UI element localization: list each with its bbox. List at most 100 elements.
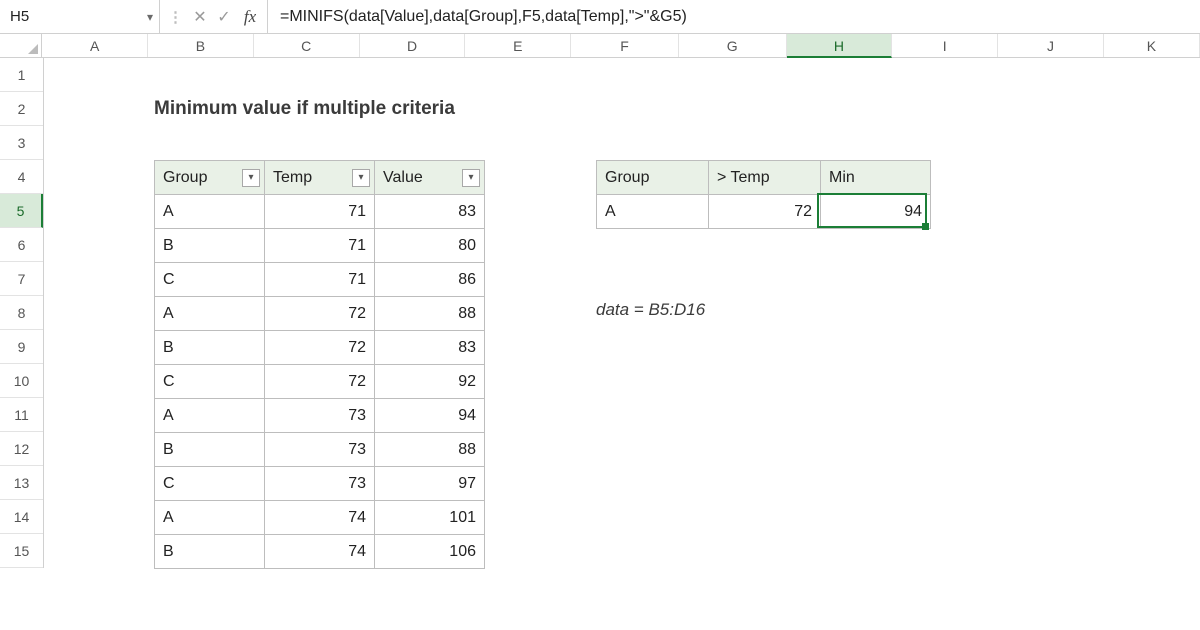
table-row: C7292 xyxy=(155,365,485,399)
col-header-F[interactable]: F xyxy=(571,34,679,57)
cell-value[interactable]: 83 xyxy=(375,331,485,365)
formula-text: =MINIFS(data[Value],data[Group],F5,data[… xyxy=(280,8,687,26)
col-header-C[interactable]: C xyxy=(254,34,360,57)
cell-temp[interactable]: 73 xyxy=(265,467,375,501)
row-header-11[interactable]: 11 xyxy=(0,398,43,432)
filter-dropdown-icon[interactable]: ▾ xyxy=(242,169,260,187)
filter-dropdown-icon[interactable]: ▾ xyxy=(352,169,370,187)
table-row: A7183 xyxy=(155,195,485,229)
cell-group[interactable]: B xyxy=(155,535,265,569)
table-row: A 72 94 xyxy=(597,195,931,229)
separator-icon: ⋮ xyxy=(164,8,187,26)
row-header-3[interactable]: 3 xyxy=(0,126,43,160)
cell-group[interactable]: A xyxy=(155,399,265,433)
row-header-12[interactable]: 12 xyxy=(0,432,43,466)
row-header-7[interactable]: 7 xyxy=(0,262,43,296)
cell-value[interactable]: 83 xyxy=(375,195,485,229)
cell-value[interactable]: 88 xyxy=(375,297,485,331)
cell-group[interactable]: A xyxy=(155,501,265,535)
formula-bar: H5 ▾ ⋮ ✕ ✓ fx =MINIFS(data[Value],data[G… xyxy=(0,0,1200,34)
worksheet: ABCDEFGHIJK 123456789101112131415 Minimu… xyxy=(0,34,1200,568)
cell-temp[interactable]: 71 xyxy=(265,263,375,297)
cell-group[interactable]: A xyxy=(155,297,265,331)
col-header-I[interactable]: I xyxy=(892,34,998,57)
cell-temp[interactable]: 74 xyxy=(265,535,375,569)
cell-temp[interactable]: 72 xyxy=(265,365,375,399)
cell-temp[interactable]: 73 xyxy=(265,399,375,433)
cancel-icon[interactable]: ✕ xyxy=(189,7,211,27)
cell-temp[interactable]: 74 xyxy=(265,501,375,535)
table-row: A74101 xyxy=(155,501,485,535)
data-table: Group▾Temp▾Value▾ A7183B7180C7186A7288B7… xyxy=(154,160,485,569)
cell-group[interactable]: A xyxy=(155,195,265,229)
enter-icon[interactable]: ✓ xyxy=(213,7,235,27)
filter-dropdown-icon[interactable]: ▾ xyxy=(462,169,480,187)
name-box-value: H5 xyxy=(10,8,29,25)
cell-value[interactable]: 101 xyxy=(375,501,485,535)
name-box[interactable]: H5 ▾ xyxy=(0,0,160,33)
col-header-B[interactable]: B xyxy=(148,34,254,57)
formula-bar-buttons: ⋮ ✕ ✓ fx xyxy=(160,0,268,33)
row-header-13[interactable]: 13 xyxy=(0,466,43,500)
page-title: Minimum value if multiple criteria xyxy=(154,92,455,126)
row-header-6[interactable]: 6 xyxy=(0,228,43,262)
cell-group[interactable]: B xyxy=(155,433,265,467)
cell-temp[interactable]: 73 xyxy=(265,433,375,467)
cell-value[interactable]: 94 xyxy=(375,399,485,433)
table-row: B7180 xyxy=(155,229,485,263)
row-header-2[interactable]: 2 xyxy=(0,92,43,126)
criteria-header[interactable]: Group xyxy=(597,161,709,195)
column-label: Temp xyxy=(273,169,312,186)
fx-icon[interactable]: fx xyxy=(237,7,263,27)
row-header-10[interactable]: 10 xyxy=(0,364,43,398)
cell-value[interactable]: 86 xyxy=(375,263,485,297)
cell-temp[interactable]: 71 xyxy=(265,195,375,229)
row-header-15[interactable]: 15 xyxy=(0,534,43,568)
named-range-note: data = B5:D16 xyxy=(596,300,705,320)
cell-value[interactable]: 106 xyxy=(375,535,485,569)
column-headers: ABCDEFGHIJK xyxy=(0,34,1200,58)
row-header-4[interactable]: 4 xyxy=(0,160,43,194)
col-header-K[interactable]: K xyxy=(1104,34,1200,57)
select-all-corner[interactable] xyxy=(0,34,42,57)
cell-group[interactable]: C xyxy=(155,467,265,501)
cell-temp[interactable]: 72 xyxy=(265,331,375,365)
col-header-J[interactable]: J xyxy=(998,34,1104,57)
column-label: Value xyxy=(383,169,423,186)
row-header-5[interactable]: 5 xyxy=(0,194,43,228)
formula-input[interactable]: =MINIFS(data[Value],data[Group],F5,data[… xyxy=(268,0,1200,33)
data-header-value[interactable]: Value ▾ xyxy=(375,161,485,195)
row-header-8[interactable]: 8 xyxy=(0,296,43,330)
criteria-group[interactable]: A xyxy=(597,195,709,229)
cell-group[interactable]: C xyxy=(155,365,265,399)
data-header-temp[interactable]: Temp ▾ xyxy=(265,161,375,195)
criteria-header[interactable]: > Temp xyxy=(709,161,821,195)
criteria-min[interactable]: 94 xyxy=(821,195,931,229)
col-header-G[interactable]: G xyxy=(679,34,787,57)
row-header-14[interactable]: 14 xyxy=(0,500,43,534)
criteria-table: Group> TempMin A 72 94 xyxy=(596,160,931,229)
cell-group[interactable]: B xyxy=(155,229,265,263)
cell-group[interactable]: C xyxy=(155,263,265,297)
data-header-group[interactable]: Group ▾ xyxy=(155,161,265,195)
cell-group[interactable]: B xyxy=(155,331,265,365)
cell-temp[interactable]: 71 xyxy=(265,229,375,263)
row-headers: 123456789101112131415 xyxy=(0,58,44,568)
col-header-E[interactable]: E xyxy=(465,34,571,57)
cell-value[interactable]: 97 xyxy=(375,467,485,501)
col-header-D[interactable]: D xyxy=(360,34,466,57)
table-row: B74106 xyxy=(155,535,485,569)
cell-value[interactable]: 88 xyxy=(375,433,485,467)
cell-grid[interactable]: Minimum value if multiple criteria Group… xyxy=(44,58,1200,568)
cell-temp[interactable]: 72 xyxy=(265,297,375,331)
column-label: Group xyxy=(163,169,207,186)
cell-value[interactable]: 92 xyxy=(375,365,485,399)
col-header-H[interactable]: H xyxy=(787,34,893,58)
cell-value[interactable]: 80 xyxy=(375,229,485,263)
col-header-A[interactable]: A xyxy=(42,34,148,57)
criteria-temp[interactable]: 72 xyxy=(709,195,821,229)
row-header-1[interactable]: 1 xyxy=(0,58,43,92)
row-header-9[interactable]: 9 xyxy=(0,330,43,364)
chevron-down-icon[interactable]: ▾ xyxy=(147,10,153,24)
criteria-header[interactable]: Min xyxy=(821,161,931,195)
